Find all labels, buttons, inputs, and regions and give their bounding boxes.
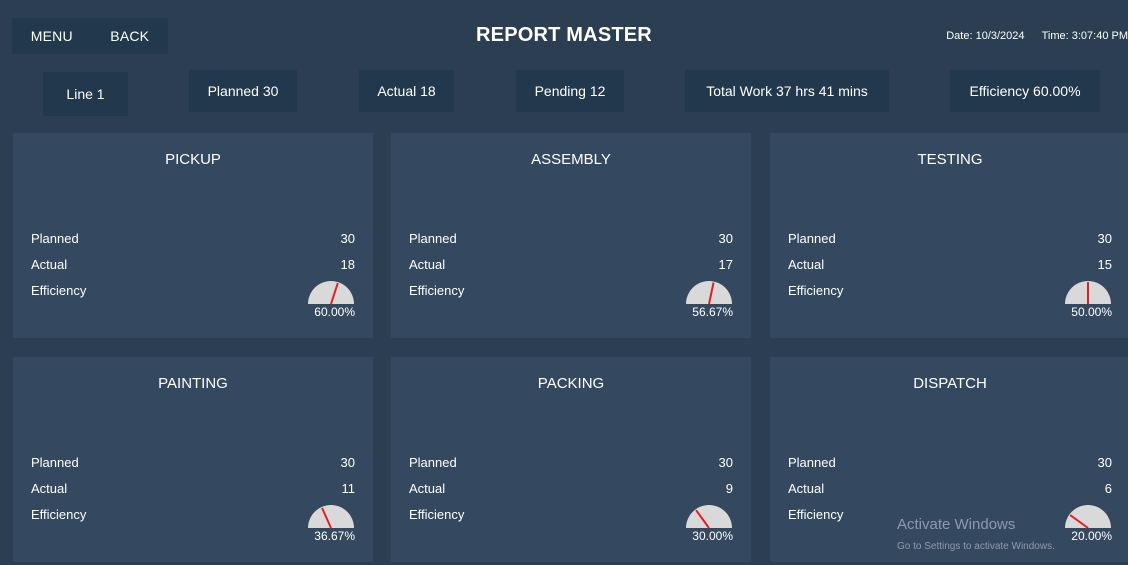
summary-planned: Planned 30 [189,70,297,112]
station-title: DISPATCH [913,375,987,392]
date-text: Date: 10/3/2024 [946,30,1025,42]
efficiency-label: Efficiency [409,507,465,522]
planned-value: 30 [340,231,355,246]
station-card-dispatch: DISPATCH Planned 30 Actual 6 Efficiency 20.00% [770,357,1128,562]
efficiency-label: Efficiency [409,283,465,298]
station-card-packing: PACKING Planned 30 Actual 9 Efficiency 30.00% [391,357,751,562]
actual-value: 9 [725,481,733,496]
actual-label: Actual [409,257,446,272]
planned-value: 30 [1097,455,1112,470]
summary-actual: Actual 18 [359,70,454,112]
planned-value: 30 [1097,231,1112,246]
station-title: TESTING [917,151,983,168]
station-card-painting: PAINTING Planned 30 Actual 11 Efficiency 36.67… [13,357,373,562]
planned-label: Planned [788,231,836,246]
time-text: Time: 3:07:40 PM [1041,30,1128,42]
efficiency-gauge [1065,281,1111,304]
station-title: PICKUP [165,151,221,168]
planned-value: 30 [718,455,733,470]
actual-value: 17 [718,257,733,272]
planned-value: 30 [340,455,355,470]
actual-value: 15 [1097,257,1112,272]
planned-label: Planned [31,231,79,246]
gauge-face [686,505,732,528]
station-title: ASSEMBLY [531,151,611,168]
planned-label: Planned [788,455,836,470]
line-selector[interactable]: Line 1 [43,72,128,116]
actual-label: Actual [31,481,68,496]
efficiency-value: 36.67% [314,529,355,543]
station-card-testing: TESTING Planned 30 Actual 15 Efficiency 50.00% [770,133,1128,338]
station-title: PACKING [537,375,605,392]
planned-label: Planned [409,455,457,470]
efficiency-gauge [686,281,732,305]
summary-total-work: Total Work 37 hrs 41 mins [685,70,889,112]
actual-label: Actual [31,257,68,272]
efficiency-gauge [686,505,732,529]
efficiency-value: 56.67% [692,305,733,319]
gauge-face [308,281,354,304]
planned-value: 30 [718,231,733,246]
actual-value: 6 [1104,481,1112,496]
actual-value: 11 [341,481,356,496]
planned-label: Planned [31,455,79,470]
gauge-face [308,505,354,528]
efficiency-label: Efficiency [788,507,844,522]
datetime: Date: 10/3/2024 Time: 3:07:40 PM [932,30,1128,42]
efficiency-value: 50.00% [1071,305,1112,319]
efficiency-value: 20.00% [1071,529,1112,543]
efficiency-label: Efficiency [31,283,87,298]
actual-value: 18 [340,257,355,272]
actual-label: Actual [788,257,825,272]
efficiency-gauge [308,505,354,529]
station-card-pickup: PICKUP Planned 30 Actual 18 Efficiency 60.00% [13,133,373,338]
efficiency-label: Efficiency [788,283,844,298]
actual-label: Actual [409,481,446,496]
summary-pending: Pending 12 [516,70,624,112]
station-card-assembly: ASSEMBLY Planned 30 Actual 17 Efficiency 56.67… [391,133,751,338]
efficiency-gauge [308,281,354,305]
summary-efficiency: Efficiency 60.00% [950,70,1100,112]
efficiency-gauge [1065,505,1111,529]
efficiency-value: 30.00% [692,529,733,543]
efficiency-label: Efficiency [31,507,87,522]
actual-label: Actual [788,481,825,496]
efficiency-value: 60.00% [314,305,355,319]
station-title: PAINTING [158,375,228,392]
planned-label: Planned [409,231,457,246]
